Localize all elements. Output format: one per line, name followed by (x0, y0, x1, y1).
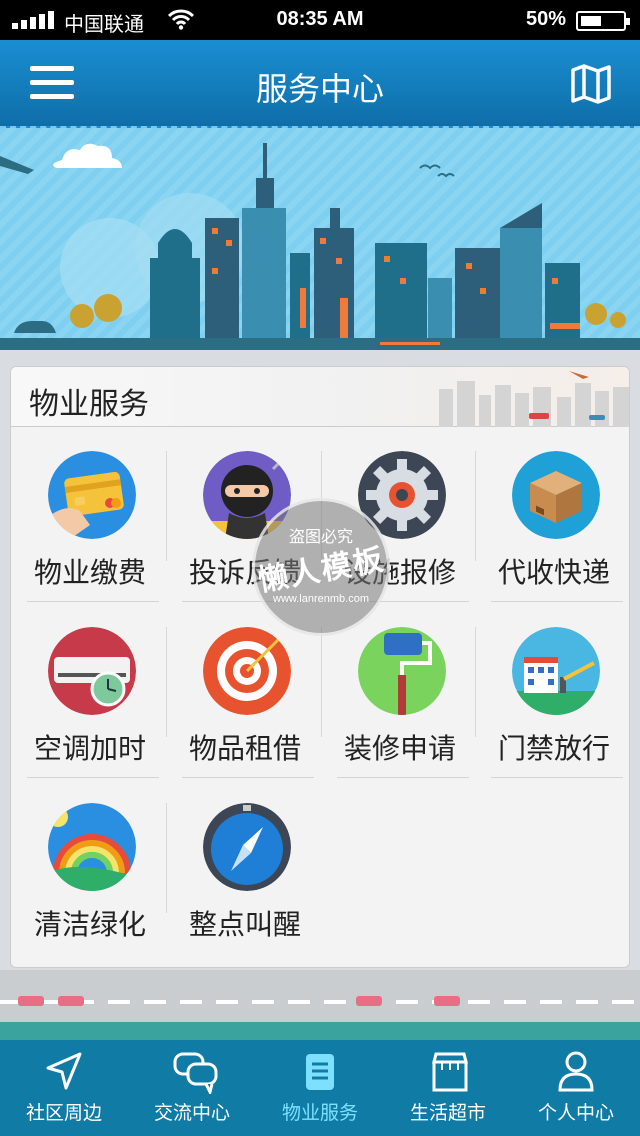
package-box-icon (512, 451, 600, 539)
location-arrow-icon (46, 1052, 82, 1090)
map-icon[interactable] (570, 64, 612, 104)
shop-icon (432, 1052, 468, 1092)
air-conditioner-clock-icon (48, 627, 136, 715)
service-label: 代收快递 (497, 556, 610, 589)
gate-barrier-icon (512, 627, 600, 715)
tab-profile[interactable]: 个人中心 (512, 1040, 640, 1136)
title-bar: 服务中心 (0, 40, 640, 128)
service-label: 清洁绿化 (33, 908, 146, 941)
divider (27, 777, 159, 778)
tab-label: 个人中心 (537, 1102, 614, 1124)
battery-icon (576, 11, 630, 31)
tab-communication[interactable]: 交流中心 (128, 1040, 256, 1136)
service-item[interactable]: 门禁放行 (477, 605, 629, 781)
service-item[interactable]: 装修申请 (323, 605, 477, 781)
battery-percent: 50% (525, 8, 566, 30)
property-service-card: 物业服务 物业缴费 投诉反馈 设施报修 代收快递 空调加时 物品租借 装修申请 … (10, 366, 630, 968)
status-bar: 中国联通 08:35 AM 50% (0, 0, 640, 40)
tab-label: 社区周边 (25, 1102, 102, 1124)
target-dart-icon (203, 627, 291, 715)
service-item[interactable]: 清洁绿化 (13, 781, 167, 957)
city-banner-illustration (0, 128, 640, 350)
section-title: 物业服务 (29, 387, 149, 422)
service-item[interactable]: 物业缴费 (13, 429, 167, 605)
person-icon (558, 1051, 594, 1092)
divider (491, 777, 623, 778)
tab-label: 交流中心 (153, 1102, 230, 1124)
service-item[interactable]: 代收快递 (477, 429, 629, 605)
service-item[interactable]: 整点叫醒 (168, 781, 322, 957)
card-header: 物业服务 (11, 367, 629, 427)
divider (182, 777, 314, 778)
watermark-line: www.lanrenmb.com (273, 593, 369, 605)
tab-label: 物业服务 (281, 1102, 358, 1124)
mini-city-decoration (439, 371, 629, 427)
watermark-stamp: 盗图必究 懒人模板 www.lanrenmb.com (252, 498, 390, 636)
divider (337, 777, 469, 778)
document-icon (306, 1054, 334, 1090)
tab-community[interactable]: 社区周边 (0, 1040, 128, 1136)
rainbow-icon (48, 803, 136, 891)
page-title: 服务中心 (255, 70, 384, 108)
tab-supermarket[interactable]: 生活超市 (384, 1040, 512, 1136)
service-label: 空调加时 (33, 732, 146, 765)
compass-icon (203, 803, 291, 891)
service-label: 门禁放行 (497, 732, 610, 765)
service-label: 整点叫醒 (188, 908, 301, 941)
tab-label: 生活超市 (409, 1102, 486, 1124)
service-label: 装修申请 (343, 732, 456, 765)
service-label: 物品租借 (188, 732, 301, 765)
tab-property-service[interactable]: 物业服务 (256, 1040, 384, 1136)
road-decoration (0, 970, 640, 1040)
divider (491, 601, 623, 602)
paint-roller-icon (358, 627, 446, 715)
service-label: 物业缴费 (33, 556, 146, 589)
credit-card-icon (48, 451, 136, 539)
service-item[interactable]: 空调加时 (13, 605, 167, 781)
bottom-tab-bar: 社区周边 交流中心 物业服务 生活超市 个人中心 (0, 1040, 640, 1136)
divider (27, 601, 159, 602)
chat-bubbles-icon (173, 1052, 218, 1094)
